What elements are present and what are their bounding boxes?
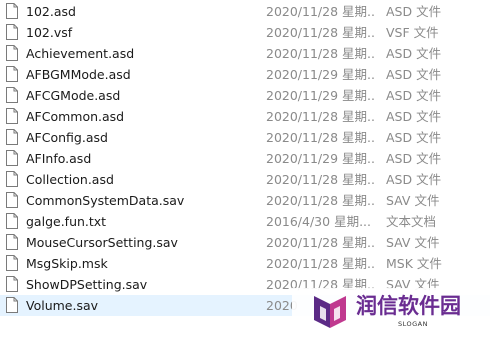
file-row[interactable]: 102.asd 2020/11/28 星期... ASD 文件 xyxy=(0,1,490,22)
file-type: ASD 文件 xyxy=(386,67,442,82)
file-icon xyxy=(6,66,18,82)
file-name: MsgSkip.msk xyxy=(26,256,108,271)
file-name: CommonSystemData.sav xyxy=(26,193,185,208)
file-icon xyxy=(6,87,18,103)
brand-logo-icon xyxy=(314,296,346,328)
file-icon xyxy=(6,213,18,229)
file-row[interactable]: CommonSystemData.sav 2020/11/28 星期... SAV … xyxy=(0,190,490,211)
file-name: AFCommon.asd xyxy=(26,109,125,124)
file-icon xyxy=(6,171,18,187)
file-modified-date: 2020/11/28 星期... xyxy=(266,256,376,271)
file-row[interactable]: galge.fun.txt 2016/4/30 星期... 文本文档 xyxy=(0,211,490,232)
file-type: ASD 文件 xyxy=(386,172,442,187)
file-name: Volume.sav xyxy=(26,298,99,313)
file-modified-date: 2020/11/28 星期... xyxy=(266,4,376,19)
file-modified-date: 2020/11/28 星期... xyxy=(266,235,376,250)
file-icon xyxy=(6,24,18,40)
file-row[interactable]: AFBGMMode.asd 2020/11/29 星期... ASD 文件 xyxy=(0,64,490,85)
file-modified-date: 2020/11/28 星期... xyxy=(266,193,376,208)
file-row[interactable]: AFCGMode.asd 2020/11/29 星期... ASD 文件 xyxy=(0,85,490,106)
file-modified-date: 2020/11/28 星期... xyxy=(266,109,376,124)
file-row[interactable]: MouseCursorSetting.sav 2020/11/28 星期... SA… xyxy=(0,232,490,253)
file-name: Achievement.asd xyxy=(26,46,135,61)
file-name: AFBGMMode.asd xyxy=(26,67,131,82)
file-name: galge.fun.txt xyxy=(26,214,107,229)
watermark: 润信软件园 SLOGAN xyxy=(292,288,490,337)
file-name: 102.vsf xyxy=(26,25,73,40)
file-icon xyxy=(6,108,18,124)
file-name: ShowDPSetting.sav xyxy=(26,277,148,292)
file-type: 文本文档 xyxy=(386,214,437,229)
file-type: ASD 文件 xyxy=(386,4,442,19)
file-name: AFInfo.asd xyxy=(26,151,92,166)
file-icon xyxy=(6,150,18,166)
file-type: SAV 文件 xyxy=(386,193,440,208)
file-row[interactable]: AFInfo.asd 2020/11/29 星期... ASD 文件 xyxy=(0,148,490,169)
file-modified-date: 2020/11/28 星期... xyxy=(266,46,376,61)
file-type: ASD 文件 xyxy=(386,109,442,124)
file-icon xyxy=(6,276,18,292)
file-modified-date: 2016/4/30 星期... xyxy=(266,214,371,229)
file-type: ASD 文件 xyxy=(386,130,442,145)
file-modified-date: 2020/11/29 星期... xyxy=(266,67,376,82)
file-row[interactable]: Collection.asd 2020/11/28 星期... ASD 文件 xyxy=(0,169,490,190)
file-type: ASD 文件 xyxy=(386,46,442,61)
file-name: AFCGMode.asd xyxy=(26,88,121,103)
file-row[interactable]: Achievement.asd 2020/11/28 星期... ASD 文件 xyxy=(0,43,490,64)
file-icon xyxy=(6,192,18,208)
file-row[interactable]: 102.vsf 2020/11/28 星期... VSF 文件 xyxy=(0,22,490,43)
file-list: 102.asd 2020/11/28 星期... ASD 文件 102.vsf 2020… xyxy=(0,0,490,337)
file-row[interactable]: AFConfig.asd 2020/11/28 星期... ASD 文件 xyxy=(0,127,490,148)
file-type: MSK 文件 xyxy=(386,256,442,271)
file-type: ASD 文件 xyxy=(386,151,442,166)
watermark-title: 润信软件园 xyxy=(356,294,461,318)
watermark-slogan: SLOGAN xyxy=(398,320,428,328)
file-row[interactable]: MsgSkip.msk 2020/11/28 星期... MSK 文件 xyxy=(0,253,490,274)
file-name: 102.asd xyxy=(26,4,76,19)
file-modified-date: 2020/11/28 星期... xyxy=(266,130,376,145)
file-modified-date: 2020/11/28 星期... xyxy=(266,25,376,40)
file-modified-date: 2020/11/29 星期... xyxy=(266,151,376,166)
file-type: SAV 文件 xyxy=(386,235,440,250)
file-icon xyxy=(6,45,18,61)
file-type: VSF 文件 xyxy=(386,25,439,40)
file-modified-date: 2020/11/29 星期... xyxy=(266,88,376,103)
file-row[interactable]: AFCommon.asd 2020/11/28 星期... ASD 文件 xyxy=(0,106,490,127)
file-icon xyxy=(6,297,18,313)
file-icon xyxy=(6,129,18,145)
file-name: Collection.asd xyxy=(26,172,114,187)
file-name: AFConfig.asd xyxy=(26,130,108,145)
file-icon xyxy=(6,3,18,19)
file-modified-date: 2020/11/28 星期... xyxy=(266,172,376,187)
file-name: MouseCursorSetting.sav xyxy=(26,235,178,250)
file-type: ASD 文件 xyxy=(386,88,442,103)
file-icon xyxy=(6,255,18,271)
file-icon xyxy=(6,234,18,250)
